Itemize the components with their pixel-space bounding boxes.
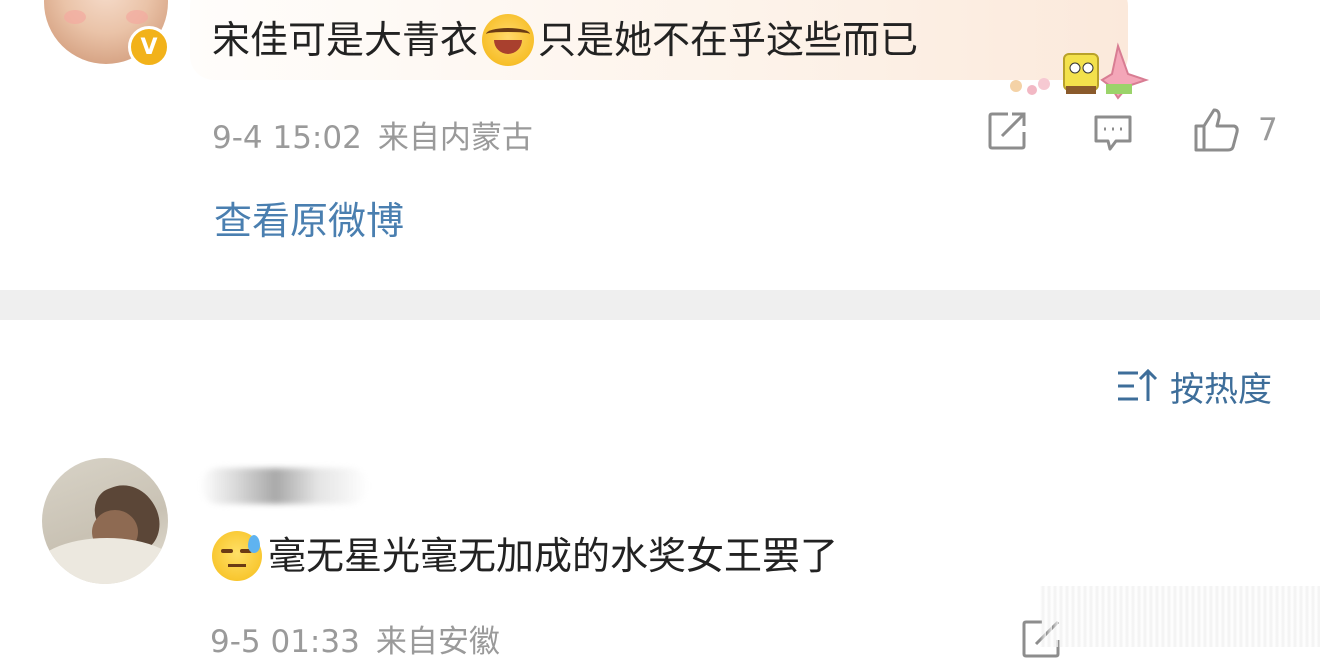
spongebob-sticker-icon [1010, 42, 1150, 100]
sort-icon [1118, 368, 1158, 401]
section-divider [0, 290, 1320, 320]
sweat-emoji-icon [212, 531, 262, 581]
like-icon[interactable] [1192, 106, 1242, 154]
verified-badge-icon: V [128, 26, 170, 68]
comment-text-part: 只是她不在乎这些而已 [538, 18, 919, 62]
comment-text-part: 宋佳可是大青衣 [212, 18, 479, 62]
comment-text: 宋佳可是大青衣 只是她不在乎这些而已 [212, 14, 918, 66]
view-original-link[interactable]: 查看原微博 [214, 190, 404, 245]
comment-icon[interactable] [1092, 113, 1134, 153]
avatar[interactable] [42, 458, 168, 584]
comment-meta: 9-4 15:02 来自内蒙古 [212, 112, 533, 157]
timestamp: 9-4 15:02 [212, 120, 362, 156]
comment-text-part: 毫无星光毫无加成的水奖女王罢了 [268, 534, 839, 578]
comment-meta: 9-5 01:33 来自安徽 [210, 616, 500, 661]
location: 来自安徽 [375, 624, 500, 660]
sort-label: 按热度 [1170, 369, 1272, 410]
comment-text: 毫无星光毫无加成的水奖女王罢了 [212, 530, 838, 582]
forward-icon[interactable] [986, 110, 1028, 152]
timestamp: 9-5 01:33 [210, 624, 360, 660]
username-blurred[interactable] [200, 468, 368, 504]
laugh-cry-emoji-icon [482, 14, 535, 66]
location: 来自内蒙古 [377, 120, 533, 156]
like-count: 7 [1258, 112, 1278, 148]
sort-by-hot-button[interactable]: 按热度 [1116, 364, 1272, 410]
watermark-overlay [1040, 586, 1320, 647]
